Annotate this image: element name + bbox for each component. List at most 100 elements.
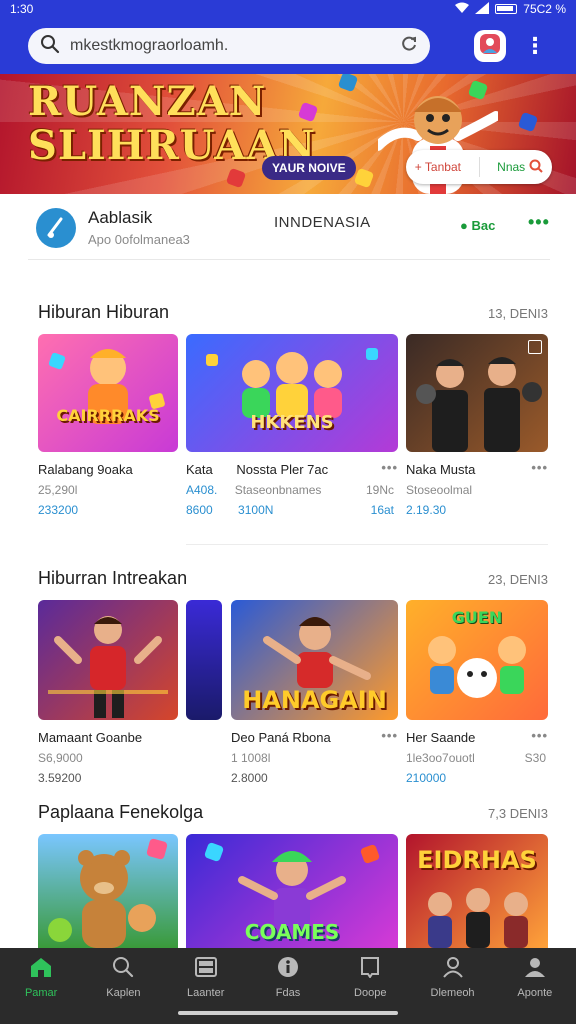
section-meta[interactable]: 23, DENI3 — [488, 572, 548, 587]
nav-label: Dlemeoh — [430, 987, 475, 999]
nav-item-search[interactable]: Kaplen — [88, 956, 158, 1024]
nav-label: Aponte — [517, 987, 553, 999]
bookmark-icon — [358, 956, 382, 981]
status-bar: 1:30 75C2 % — [0, 0, 576, 18]
game-thumbnail[interactable] — [38, 834, 178, 948]
card-menu-icon[interactable]: ••• — [381, 728, 398, 743]
section-title: Hiburran Intreakan — [38, 568, 188, 588]
banner-badge-button[interactable]: YAUR NOIVE — [262, 156, 356, 180]
game-stat: Stoseoolmal — [406, 483, 473, 497]
game-art-title: EIDRHAS — [417, 846, 537, 874]
section-meta[interactable]: 13, DENI3 — [488, 306, 548, 321]
game-title-right: Nossta Pler 7ac — [236, 462, 329, 477]
promo-banner[interactable]: RUANZAN SLIHRUAAN YAUR NOIVE + Tanbat Nn… — [0, 74, 576, 194]
banner-action-left[interactable]: + Tanbat — [415, 160, 461, 174]
battery-icon — [495, 4, 518, 14]
game-stat: 1le3oo7ouotl S30 — [406, 751, 548, 765]
game-card[interactable]: COAMES — [186, 834, 398, 948]
refresh-icon[interactable] — [400, 35, 418, 58]
game-thumbnail[interactable]: HANAGAIN — [231, 600, 398, 720]
game-card-partial[interactable] — [186, 600, 222, 720]
home-icon — [29, 956, 53, 981]
search-icon — [40, 34, 60, 59]
more-dots-icon[interactable]: ••• — [528, 212, 550, 233]
banner-action-right[interactable]: Nnas — [497, 159, 543, 176]
location-pin-icon: ● — [460, 218, 468, 233]
game-title: Her Saande — [406, 730, 476, 745]
banner-action-right-label: Nnas — [497, 160, 526, 174]
game-card[interactable]: Mamaant Goanbe S6,9000 3.59200 — [38, 600, 178, 785]
game-count-extra: 16at — [370, 503, 394, 517]
app-header-row[interactable]: Aablasik Apo 0ofolmanea3 INNDENASIA ● Ba… — [28, 196, 550, 260]
game-card[interactable]: HANAGAIN Deo Paná Rbona ••• 1 1008l 2.80… — [231, 600, 398, 785]
person-icon — [441, 956, 465, 981]
live-status-label: Bac — [471, 218, 496, 233]
signal-icon — [475, 1, 490, 17]
section-title: Hiburan Hiburan — [38, 302, 170, 322]
section-meta[interactable]: 7,3 DENI3 — [488, 806, 548, 821]
game-thumbnail[interactable] — [186, 600, 222, 720]
game-title: Naka Musta — [406, 462, 476, 477]
nav-item-home[interactable]: Pamar — [6, 956, 76, 1024]
info-icon — [276, 956, 300, 981]
account-avatar[interactable] — [474, 30, 506, 62]
game-thumbnail[interactable]: GUEN — [406, 600, 548, 720]
app-logo-icon — [36, 207, 76, 248]
game-card[interactable]: GUEN Her Saande ••• 1le3oo7ouotl S30 210… — [406, 600, 548, 785]
game-art-title: HANAGAIN — [242, 686, 387, 714]
live-status[interactable]: ● Bac — [460, 218, 495, 233]
grid-icon — [194, 956, 218, 981]
nav-label: Kaplen — [106, 987, 141, 999]
game-count: 233200 — [38, 503, 79, 517]
search-bar[interactable] — [28, 28, 430, 64]
game-thumbnail[interactable] — [38, 600, 178, 720]
nav-label: Pamar — [24, 987, 58, 999]
game-thumbnail[interactable]: EIDRHAS — [406, 834, 548, 948]
game-stat: 1 1008l — [231, 751, 271, 765]
expand-icon[interactable] — [528, 340, 542, 354]
region-label: INNDENASIA — [274, 214, 371, 231]
game-card[interactable]: EIDRHAS — [406, 834, 548, 948]
game-stat-right: Staseonbnames — [234, 483, 322, 497]
search-input[interactable] — [70, 37, 390, 55]
game-title: Mamaant Goanbe — [38, 730, 143, 745]
nav-label: Fdas — [275, 987, 301, 999]
game-stat-left: A408. — [186, 483, 218, 497]
search-icon — [529, 159, 543, 176]
card-menu-icon[interactable]: ••• — [531, 460, 548, 475]
game-count-left: 8600 — [186, 503, 213, 517]
game-thumbnail[interactable]: HKKENS — [186, 334, 398, 452]
section-divider — [186, 544, 548, 545]
status-icons: 75C2 % — [455, 1, 566, 17]
game-stat-extra: S30 — [524, 751, 546, 765]
nav-item-people[interactable]: Dlemeoh — [418, 956, 488, 1024]
nav-item-profile[interactable]: Aponte — [500, 956, 570, 1024]
game-thumbnail[interactable]: CAIRRRAKS — [38, 334, 178, 452]
gesture-home-bar[interactable] — [178, 1011, 398, 1015]
card-menu-icon[interactable]: ••• — [531, 728, 548, 743]
game-card[interactable]: HKKENS Kata Nossta Pler 7ac ••• A408. St… — [186, 334, 398, 517]
game-title: Deo Paná Rbona — [231, 730, 331, 745]
overflow-menu-icon[interactable]: ⋮ — [524, 35, 546, 57]
game-art-title: HKKENS — [250, 412, 334, 433]
game-card[interactable] — [38, 834, 178, 948]
game-count: 2.8000 — [231, 771, 268, 785]
nav-label: Doope — [354, 987, 387, 999]
game-count: 210000 — [406, 771, 447, 785]
app-name-block: Aablasik Apo 0ofolmanea3 — [88, 208, 190, 247]
status-time: 1:30 — [10, 2, 34, 16]
game-art-title: GUEN — [451, 608, 503, 627]
banner-action-divider — [478, 157, 480, 177]
game-stat: 25,290l — [38, 483, 78, 497]
profile-icon — [523, 956, 547, 981]
game-thumbnail[interactable] — [406, 334, 548, 452]
game-card[interactable]: CAIRRRAKS Ralabang 9oaka 25,290l 233200 — [38, 334, 178, 517]
game-card[interactable]: Naka Musta ••• Stoseoolmal 2.19.30 — [406, 334, 548, 517]
game-count-right: 3100N — [238, 503, 274, 517]
game-stat-left: 1le3oo7ouotl — [406, 751, 475, 765]
game-art-title: CAIRRRAKS — [56, 406, 160, 425]
game-title: Kata Nossta Pler 7ac — [186, 462, 398, 477]
game-thumbnail[interactable]: COAMES — [186, 834, 398, 948]
card-menu-icon[interactable]: ••• — [381, 460, 398, 475]
app-subtitle: Apo 0ofolmanea3 — [88, 232, 190, 247]
